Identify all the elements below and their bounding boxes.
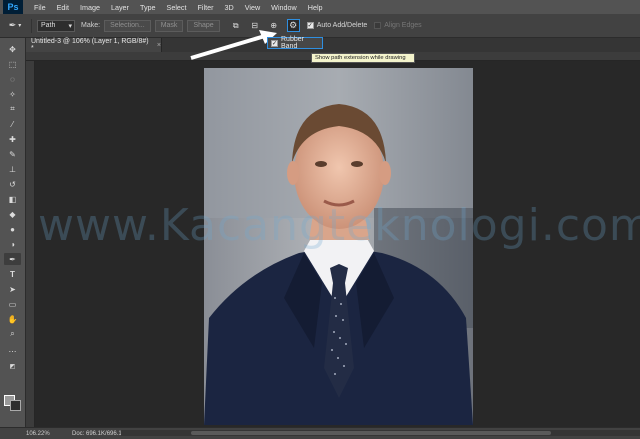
history-brush-tool-icon[interactable]: ↺ <box>4 178 21 190</box>
dodge-tool-icon[interactable]: ◑ <box>4 238 21 250</box>
menu-window[interactable]: Window <box>271 3 297 12</box>
horizontal-scrollbar[interactable] <box>121 430 640 436</box>
shape-tool-icon[interactable]: ▭ <box>4 298 21 310</box>
menu-view[interactable]: View <box>245 3 260 12</box>
doc-size: Doc: 696.1K/696.1K <box>72 430 126 437</box>
rubber-band-label: Rubber Band <box>281 36 304 50</box>
eraser-tool-icon[interactable]: ◧ <box>4 193 21 205</box>
tools-panel: ✥ ⬚ ◌ ✧ ⌗ ⁄ ✚ ✎ ⊥ ↺ ◧ ◆ ● ◑ ✒ T ➤ ▭ ✋ ⌕ … <box>0 38 26 427</box>
menu-image[interactable]: Image <box>80 3 100 12</box>
make-label: Make: <box>81 22 101 29</box>
make-mask-button[interactable]: Mask <box>154 19 184 32</box>
options-bar: ✒ ▾ Path ▾ Make: Selection... Mask Shape … <box>0 14 640 38</box>
tool-mode-value: Path <box>41 22 56 29</box>
gear-icon[interactable]: ⚙ <box>286 19 300 32</box>
document-tab[interactable]: Untitled-3 @ 106% (Layer 1, RGB/8#) * × <box>26 38 162 52</box>
tool-mode-select[interactable]: Path ▾ <box>37 19 75 32</box>
menu-file[interactable]: File <box>34 3 46 12</box>
path-selection-tool-icon[interactable]: ➤ <box>4 283 21 295</box>
menu-bar: Ps File Edit Image Layer Type Select Fil… <box>0 0 640 14</box>
watermark-text: www.Kacangteknologi.com <box>38 200 640 251</box>
marquee-tool-icon[interactable]: ⬚ <box>4 58 21 70</box>
lasso-tool-icon[interactable]: ◌ <box>4 73 21 85</box>
paint-bucket-tool-icon[interactable]: ◆ <box>4 208 21 220</box>
document-tab-bar: Untitled-3 @ 106% (Layer 1, RGB/8#) * × <box>26 38 640 52</box>
zoom-tool-icon[interactable]: ⌕ <box>4 328 21 340</box>
auto-add-delete-label: Auto Add/Delete <box>316 22 368 29</box>
scrollbar-thumb[interactable] <box>191 431 551 435</box>
brush-tool-icon[interactable]: ✎ <box>4 148 21 160</box>
menu-help[interactable]: Help <box>308 3 323 12</box>
menu-edit[interactable]: Edit <box>57 3 69 12</box>
rubber-band-checkbox[interactable]: ✓ <box>271 39 278 47</box>
tool-preset-picker[interactable]: ✒ ▾ <box>4 19 26 33</box>
menu-filter[interactable]: Filter <box>198 3 214 12</box>
document-tab-title: Untitled-3 @ 106% (Layer 1, RGB/8#) * <box>31 38 149 52</box>
move-tool-icon[interactable]: ✥ <box>4 43 21 55</box>
vertical-ruler <box>26 61 35 427</box>
align-edges-label: Align Edges <box>384 22 422 29</box>
close-icon[interactable]: × <box>157 42 161 49</box>
blur-tool-icon[interactable]: ● <box>4 223 21 235</box>
pen-icon: ✒ <box>8 20 17 30</box>
photoshop-logo: Ps <box>3 0 23 14</box>
hand-tool-icon[interactable]: ✋ <box>4 313 21 325</box>
crop-tool-icon[interactable]: ⌗ <box>4 103 21 115</box>
chevron-down-icon: ▾ <box>18 23 22 29</box>
rubber-band-panel[interactable]: ✓ Rubber Band <box>267 36 323 50</box>
menu-layer[interactable]: Layer <box>111 3 129 12</box>
zoom-level[interactable]: 106.22% <box>26 431 72 437</box>
type-tool-icon[interactable]: T <box>4 268 21 280</box>
pen-tool-icon[interactable]: ✒ <box>4 253 21 265</box>
menu-3d[interactable]: 3D <box>225 3 234 12</box>
tooltip: Show path extension while drawing <box>311 53 415 63</box>
make-selection-button[interactable]: Selection... <box>104 19 151 32</box>
background-color-swatch[interactable] <box>10 400 21 411</box>
menu-select[interactable]: Select <box>167 3 187 12</box>
more-tools-icon[interactable]: ⋯ <box>4 345 21 357</box>
default-colors-icon[interactable]: ◩ <box>4 360 21 372</box>
menu-type[interactable]: Type <box>140 3 156 12</box>
auto-add-delete-checkbox[interactable]: ✓ <box>306 22 314 29</box>
divider <box>31 18 32 33</box>
magic-wand-tool-icon[interactable]: ✧ <box>4 88 21 100</box>
eyedropper-tool-icon[interactable]: ⁄ <box>4 118 21 130</box>
clone-stamp-tool-icon[interactable]: ⊥ <box>4 163 21 175</box>
chevron-down-icon: ▾ <box>68 22 72 30</box>
healing-brush-tool-icon[interactable]: ✚ <box>4 133 21 145</box>
align-edges-checkbox[interactable] <box>374 22 382 29</box>
